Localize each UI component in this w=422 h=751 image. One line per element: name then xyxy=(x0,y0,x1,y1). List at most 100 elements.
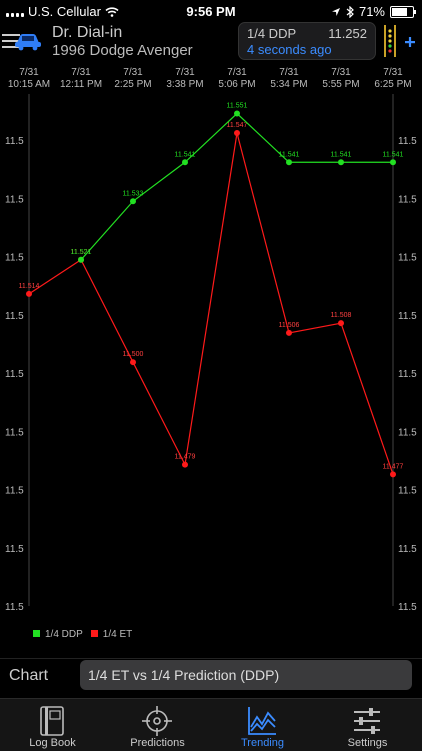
x-tick-date: 7/31 xyxy=(19,67,39,78)
data-point-et xyxy=(26,290,32,297)
x-tick-time: 5:34 PM xyxy=(270,79,307,90)
data-point-ddp xyxy=(338,159,344,166)
data-label-ddp: 11.521 xyxy=(71,249,92,256)
data-point-ddp xyxy=(182,159,188,166)
location-icon xyxy=(331,7,340,16)
y-tick-left: 11.5 xyxy=(5,311,24,322)
ddp-label: 1/4 DDP xyxy=(247,26,297,41)
data-point-et xyxy=(338,320,344,327)
data-label-et: 11.508 xyxy=(331,312,352,319)
data-point-ddp xyxy=(390,159,396,166)
x-tick-time: 6:25 PM xyxy=(374,79,411,90)
data-label-et: 11.479 xyxy=(175,454,196,461)
legend-swatch-ddp xyxy=(33,630,40,637)
y-tick-right: 11.5 xyxy=(398,602,417,613)
data-point-et xyxy=(390,471,396,478)
ddp-value: 11.252 xyxy=(328,26,367,41)
battery-icon xyxy=(390,5,416,18)
bluetooth-icon xyxy=(346,5,354,18)
x-tick-time: 5:06 PM xyxy=(218,79,255,90)
y-tick-left: 11.5 xyxy=(5,136,24,147)
y-tick-right: 11.5 xyxy=(398,311,417,322)
data-label-et: 11.547 xyxy=(227,122,248,129)
data-point-ddp xyxy=(78,256,84,263)
y-tick-right: 11.5 xyxy=(398,486,417,497)
trend-icon xyxy=(248,707,276,735)
tab-predictions-label: Predictions xyxy=(130,737,185,749)
x-tick-time: 12:11 PM xyxy=(60,79,102,90)
y-tick-left: 11.5 xyxy=(5,427,24,438)
tab-trending[interactable]: Trending xyxy=(210,699,315,751)
y-tick-right: 11.5 xyxy=(398,194,417,205)
tab-log-book[interactable]: Log Book xyxy=(0,699,105,751)
tab-settings[interactable]: Settings xyxy=(315,699,420,751)
app-title: Dr. Dial-in xyxy=(52,24,123,41)
data-point-et xyxy=(286,329,292,336)
y-tick-left: 11.5 xyxy=(5,486,24,497)
y-tick-left: 11.5 xyxy=(5,369,24,380)
x-tick-date: 7/31 xyxy=(331,67,351,78)
y-tick-right: 11.5 xyxy=(398,544,417,555)
y-tick-left: 11.5 xyxy=(5,544,24,555)
data-point-et xyxy=(234,130,240,137)
tab-bar: Log Book Predictions Trending Settings xyxy=(0,698,422,751)
data-point-et xyxy=(130,359,136,366)
series-line-et xyxy=(28,132,394,475)
tab-predictions[interactable]: Predictions xyxy=(105,699,210,751)
x-tick-date: 7/31 xyxy=(383,67,403,78)
battery-percent: 71% xyxy=(358,4,385,19)
book-icon xyxy=(40,706,64,736)
x-tick-time: 10:15 AM xyxy=(8,79,50,90)
status-right: 71% xyxy=(331,4,416,19)
y-tick-left: 11.5 xyxy=(5,194,24,205)
header: Dr. Dial-in 1996 Dodge Avenger 1/4 DDP 1… xyxy=(0,22,422,66)
y-tick-right: 11.5 xyxy=(398,136,417,147)
data-label-ddp: 11.541 xyxy=(383,151,404,158)
data-label-ddp: 11.541 xyxy=(175,151,196,158)
chart-svg: 7/3110:15 AM7/3112:11 PM7/312:25 PM7/313… xyxy=(5,67,417,613)
y-tick-right: 11.5 xyxy=(398,427,417,438)
data-label-et: 11.500 xyxy=(123,351,144,358)
y-tick-right: 11.5 xyxy=(398,369,417,380)
data-point-ddp xyxy=(234,110,240,117)
tab-settings-label: Settings xyxy=(347,737,388,749)
data-label-et: 11.477 xyxy=(383,463,404,470)
sliders-icon xyxy=(354,708,380,734)
x-tick-time: 2:25 PM xyxy=(114,79,151,90)
tab-trending-label: Trending xyxy=(240,737,284,749)
chart-selector-label: Chart xyxy=(9,667,49,684)
x-tick-date: 7/31 xyxy=(71,67,91,78)
legend-swatch-et xyxy=(90,630,98,637)
chart-selector[interactable]: 1/4 ET vs 1/4 Prediction (DDP) xyxy=(80,660,412,690)
status-bar: U.S. Cellular 9:56 PM 71% xyxy=(0,0,422,22)
data-label-et: 11.514 xyxy=(19,283,40,290)
data-point-ddp xyxy=(286,159,292,166)
x-tick-date: 7/31 xyxy=(175,67,195,78)
data-label-ddp: 11.551 xyxy=(227,103,248,110)
x-tick-date: 7/31 xyxy=(227,67,247,78)
x-tick-time: 3:38 PM xyxy=(166,79,203,90)
data-label-ddp: 11.533 xyxy=(123,190,144,197)
legend-item-ddp: 1/4 DDP xyxy=(33,629,83,640)
legend-label-ddp: 1/4 DDP xyxy=(45,629,83,640)
data-point-et xyxy=(182,461,188,468)
legend-label-et: 1/4 ET xyxy=(102,629,133,640)
x-tick-time: 5:55 PM xyxy=(322,79,359,90)
ddp-updated: 4 seconds ago xyxy=(247,42,332,57)
chart-selector-row: Chart 1/4 ET vs 1/4 Prediction (DDP) xyxy=(0,658,422,697)
x-tick-date: 7/31 xyxy=(279,67,299,78)
tab-log-book-label: Log Book xyxy=(29,737,76,749)
trend-chart: 7/31 10:15 AM 7/31 12:11 PM 7/31 2:25 PM 7/31 3… xyxy=(0,66,422,650)
legend-item-et: 1/4 ET xyxy=(90,629,133,640)
vehicle-name[interactable]: 1996 Dodge Avenger xyxy=(52,42,193,59)
y-tick-left: 11.5 xyxy=(5,602,24,613)
data-label-ddp: 11.541 xyxy=(331,151,352,158)
data-label-et: 11.506 xyxy=(279,322,300,329)
y-tick-right: 11.5 xyxy=(398,253,417,264)
car-icon[interactable] xyxy=(14,31,42,51)
data-label-ddp: 11.541 xyxy=(279,151,300,158)
add-run-tree-icon[interactable] xyxy=(380,24,416,58)
chart-legend: 1/4 DDP 1/4 ET xyxy=(33,629,132,640)
x-tick-date: 7/31 xyxy=(123,67,143,78)
ddp-panel[interactable]: 1/4 DDP 11.252 4 seconds ago xyxy=(238,22,376,60)
